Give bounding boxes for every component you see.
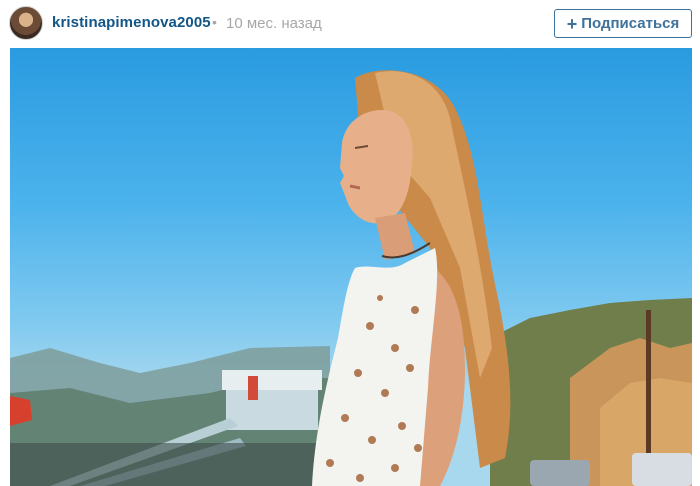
plus-icon: +	[566, 13, 578, 34]
follow-button[interactable]: + Подписаться	[554, 9, 692, 38]
separator-dot: •	[212, 14, 217, 30]
follow-label: Подписаться	[581, 15, 680, 32]
photo-scene	[10, 70, 692, 486]
post-photo[interactable]	[10, 48, 692, 486]
username-link[interactable]: kristinapimenova2005	[52, 14, 211, 31]
user-avatar[interactable]	[9, 6, 43, 40]
post-header: kristinapimenova2005 • 10 мес. назад + П…	[0, 0, 700, 48]
post-time[interactable]: 10 мес. назад	[226, 15, 322, 32]
